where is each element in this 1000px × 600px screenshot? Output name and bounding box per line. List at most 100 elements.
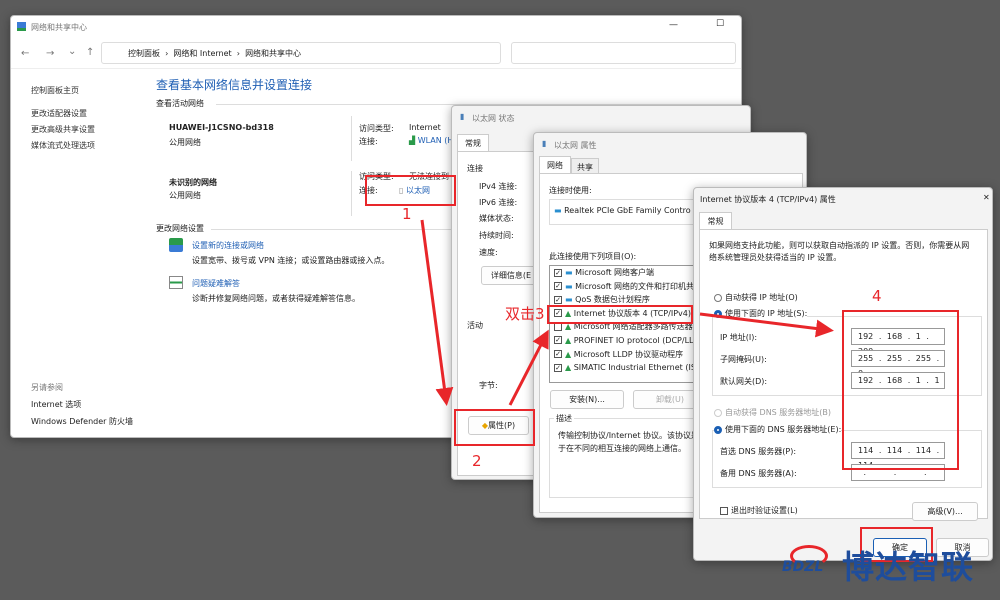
divider bbox=[11, 68, 741, 69]
internet-options-link[interactable]: Internet 选项 bbox=[31, 399, 81, 410]
access-type-label: 访问类型: bbox=[359, 124, 394, 133]
bdzl-logo: BDZL bbox=[782, 545, 834, 579]
breadcrumb-item[interactable]: 网络和 Internet bbox=[173, 49, 231, 58]
sidebar-item-home[interactable]: 控制面板主页 bbox=[31, 85, 79, 96]
dialog-title: 以太网 属性 bbox=[554, 141, 597, 150]
ethernet-icon: ▮ bbox=[542, 139, 547, 148]
access-type-value: 无法连接到 bbox=[409, 172, 449, 181]
back-button[interactable]: ← bbox=[21, 48, 29, 59]
speed-label: 速度: bbox=[479, 248, 498, 257]
component-checkbox[interactable]: ✓ bbox=[554, 309, 562, 318]
network-name: HUAWEI-J1CSNO-bd318 bbox=[169, 123, 274, 132]
bytes-label: 字节: bbox=[479, 381, 498, 390]
forward-button[interactable]: → bbox=[46, 48, 54, 59]
protocol-icon: ▲ bbox=[565, 349, 574, 359]
adapter-name: Realtek PCIe GbE Family Contro bbox=[564, 206, 691, 215]
component-checkbox[interactable]: ✓ bbox=[554, 282, 562, 291]
dialog-title: Internet 协议版本 4 (TCP/IPv4) 属性 bbox=[700, 195, 836, 204]
protocol-icon: ▲ bbox=[565, 335, 574, 345]
tab-general[interactable]: 常规 bbox=[699, 212, 732, 230]
gateway-input[interactable]: 192 . 168 . 1 . 1 bbox=[851, 372, 945, 389]
connection-label: 连接: bbox=[359, 186, 378, 195]
maximize-button[interactable]: ☐ bbox=[716, 19, 724, 29]
network-icon bbox=[17, 22, 26, 31]
protocol-icon: ▲ bbox=[565, 363, 574, 373]
intro-text: 络系统管理员处获得适当的 IP 设置。 bbox=[709, 253, 842, 262]
auto-ip-radio[interactable]: 自动获得 IP 地址(O) bbox=[714, 292, 798, 303]
manual-ip-radio[interactable]: 使用下面的 IP 地址(S): bbox=[714, 308, 808, 319]
search-input[interactable] bbox=[511, 42, 736, 64]
network-type: 公用网络 bbox=[169, 191, 201, 200]
troubleshoot-link[interactable]: 问题疑难解答 bbox=[192, 278, 240, 289]
component-checkbox[interactable]: ✓ bbox=[554, 363, 562, 372]
ip-address-input[interactable]: 192 . 168 . 1 . 200 bbox=[851, 328, 945, 356]
step-3-label: 双击3 bbox=[505, 305, 545, 323]
intro-text: 如果网络支持此功能，则可以获取自动指派的 IP 设置。否则，你需要从网 bbox=[709, 241, 970, 250]
sidebar-item-adapter[interactable]: 更改适配器设置 bbox=[31, 108, 87, 119]
dns2-label: 备用 DNS 服务器(A): bbox=[720, 469, 797, 478]
install-button[interactable]: 安装(N)... bbox=[550, 390, 624, 409]
minimize-button[interactable]: — bbox=[669, 20, 678, 30]
validate-checkbox[interactable]: 退出时验证设置(L) bbox=[720, 505, 798, 516]
window-title: 网络和共享中心 bbox=[31, 23, 87, 32]
component-checkbox[interactable]: ✓ bbox=[554, 350, 562, 359]
step-2-label: 2 bbox=[472, 452, 482, 470]
adapter-icon: ▬ bbox=[554, 206, 562, 215]
gateway-label: 默认网关(D): bbox=[720, 377, 768, 386]
component-checkbox[interactable] bbox=[554, 322, 562, 331]
new-connection-desc: 设置宽带、拨号或 VPN 连接；或设置路由器或接入点。 bbox=[192, 256, 390, 265]
dialog-title: 以太网 状态 bbox=[472, 114, 515, 123]
component-label: Microsoft 网络适配器多路传送器 bbox=[573, 322, 693, 332]
connect-using-label: 连接时使用: bbox=[549, 186, 592, 195]
network-name: 未识别的网络 bbox=[169, 178, 217, 187]
connection-label: 连接: bbox=[359, 137, 378, 146]
details-button[interactable]: 详细信息(E bbox=[481, 266, 541, 285]
ethernet-link[interactable]: ▯ 以太网 bbox=[399, 185, 430, 196]
auto-dns-radio[interactable]: 自动获得 DNS 服务器地址(B) bbox=[714, 407, 831, 418]
alternate-dns-input[interactable]: . . . bbox=[851, 464, 945, 481]
description-text: 传输控制协议/Internet 协议。该协议是 bbox=[558, 431, 700, 440]
wifi-signal-icon: ▟ bbox=[409, 136, 416, 145]
new-connection-link[interactable]: 设置新的连接或网络 bbox=[192, 240, 264, 251]
divider bbox=[351, 171, 352, 216]
auto-ip-label: 自动获得 IP 地址(O) bbox=[725, 293, 798, 302]
breadcrumb-item[interactable]: 控制面板 bbox=[128, 49, 160, 58]
logo-text: BDZL bbox=[782, 559, 824, 575]
sidebar-item-media[interactable]: 媒体流式处理选项 bbox=[31, 140, 95, 151]
active-networks-title: 查看活动网络 bbox=[156, 99, 204, 108]
ipv4-properties-dialog: Internet 协议版本 4 (TCP/IPv4) 属性 ✕ 常规 如果网络支… bbox=[693, 187, 993, 561]
new-connection-icon bbox=[169, 238, 183, 252]
ipv4-label: IPv4 连接: bbox=[479, 182, 518, 191]
access-type-value: Internet bbox=[409, 123, 441, 132]
manual-dns-label: 使用下面的 DNS 服务器地址(E): bbox=[725, 425, 842, 434]
page-title: 查看基本网络信息并设置连接 bbox=[156, 78, 313, 92]
address-bar[interactable]: 控制面板 › 网络和 Internet › 网络和共享中心 bbox=[101, 42, 501, 64]
breadcrumb-item[interactable]: 网络和共享中心 bbox=[245, 49, 301, 58]
close-button[interactable]: ✕ bbox=[983, 193, 990, 202]
subnet-mask-input[interactable]: 255 . 255 . 255 . 0 bbox=[851, 350, 945, 378]
network-client-icon: ▬ bbox=[565, 281, 576, 291]
component-checkbox[interactable]: ✓ bbox=[554, 268, 562, 277]
tab-network[interactable]: 网络 bbox=[539, 156, 571, 174]
component-label: PROFINET IO protocol (DCP/LL bbox=[573, 335, 694, 345]
component-label: Internet 协议版本 4 (TCP/IPv4) bbox=[573, 308, 691, 318]
component-label: QoS 数据包计划程序 bbox=[575, 295, 650, 305]
ethernet-icon: ▯ bbox=[399, 186, 404, 195]
component-checkbox[interactable]: ✓ bbox=[554, 295, 562, 304]
properties-button[interactable]: ◆属性(P) bbox=[468, 416, 529, 435]
properties-label: 属性(P) bbox=[488, 421, 516, 430]
component-checkbox[interactable]: ✓ bbox=[554, 336, 562, 345]
sidebar-item-sharing[interactable]: 更改高级共享设置 bbox=[31, 124, 95, 135]
manual-dns-radio[interactable]: 使用下面的 DNS 服务器地址(E): bbox=[714, 424, 842, 435]
mask-label: 子网掩码(U): bbox=[720, 355, 767, 364]
preferred-dns-input[interactable]: 114 . 114 . 114 . 114 bbox=[851, 442, 945, 470]
tab-general[interactable]: 常规 bbox=[457, 134, 489, 152]
firewall-link[interactable]: Windows Defender 防火墙 bbox=[31, 416, 133, 427]
tab-sharing[interactable]: 共享 bbox=[571, 158, 599, 174]
up-button[interactable]: ↑ bbox=[86, 47, 94, 58]
advanced-button[interactable]: 高级(V)... bbox=[912, 502, 978, 521]
see-also-title: 另请参阅 bbox=[31, 383, 63, 392]
ip-label: IP 地址(I): bbox=[720, 333, 758, 342]
recent-dropdown[interactable]: ⌄ bbox=[68, 46, 76, 57]
dns1-label: 首选 DNS 服务器(P): bbox=[720, 447, 797, 456]
